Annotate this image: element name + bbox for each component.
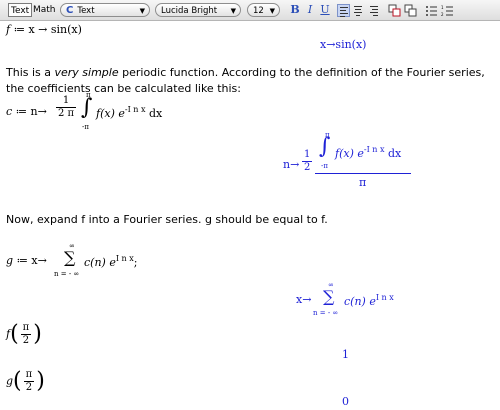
integral-icon: ∫: [319, 134, 331, 159]
sum-icon: ∑: [323, 287, 335, 306]
assign-operator: ≔: [13, 23, 25, 36]
arrow-operator: →: [37, 254, 47, 267]
input-line-f[interactable]: f ≔ x → sin(x): [6, 23, 82, 36]
arrow-operator: →: [38, 23, 48, 36]
input-line-g-pi-half[interactable]: g(π 2): [6, 369, 45, 394]
expression-sin: sin(x): [50, 23, 82, 36]
output-line-f: x→sin(x): [320, 38, 367, 51]
copy-box-icon[interactable]: [404, 4, 417, 17]
variable-x: x: [28, 23, 35, 36]
variable-n: n: [30, 105, 38, 118]
italic-button[interactable]: I: [304, 3, 316, 17]
bullet-list-icon[interactable]: [425, 4, 438, 17]
assign-operator: ≔: [15, 105, 28, 118]
bold-button[interactable]: B: [289, 3, 301, 17]
symbol-f: f: [6, 23, 11, 36]
size-value: 12: [253, 6, 264, 16]
fraction: π2: [20, 322, 32, 346]
format-toolbar: Text Math C Text ▼ Lucida Bright ▼ 12 ▼ B…: [0, 0, 500, 21]
integrand: f(x) e: [96, 107, 125, 120]
align-center-button[interactable]: [352, 4, 365, 17]
input-line-c[interactable]: c ≔ n→ 12 π π ∫ -π f(x) e-I n x dx: [6, 91, 206, 139]
output-value-0: 0: [342, 395, 349, 408]
assign-operator: ≔: [16, 254, 28, 267]
exponent: I n x: [115, 254, 134, 263]
function-name: g: [6, 374, 14, 388]
text-mode-button[interactable]: Text: [8, 3, 33, 17]
output-line-c: n→ 12 π ∫ -π f(x) e-I n x dx π: [283, 131, 413, 189]
sum-icon: ∑: [64, 248, 76, 267]
output-line-g: x→ ∞ ∑ n = - ∞ c(n) eI n x: [296, 281, 394, 317]
input-line-g[interactable]: g ≔ x→ ∞ ∑ n = - ∞ c(n) eI n x;: [6, 242, 206, 282]
chevron-down-icon: ▼: [269, 7, 275, 15]
align-left-button[interactable]: [337, 4, 350, 17]
chevron-down-icon: ▼: [139, 7, 145, 15]
input-line-f-pi-half[interactable]: f(π 2): [6, 322, 42, 347]
chevron-down-icon: ▼: [230, 7, 236, 15]
font-dropdown[interactable]: Lucida Bright ▼: [155, 3, 241, 17]
svg-text:2: 2: [441, 12, 444, 17]
exponent: -I n x: [124, 105, 146, 114]
document-area[interactable]: f ≔ x → sin(x) x→sin(x) This is a very s…: [0, 21, 500, 410]
integral-lower-limit: -π: [82, 123, 89, 131]
integral-lower-limit: -π: [321, 162, 328, 170]
differential: dx: [149, 107, 163, 120]
style-icon: C: [66, 5, 74, 16]
align-right-button[interactable]: [367, 4, 380, 17]
numbered-list-icon[interactable]: 12: [441, 4, 454, 17]
symbol-c: c: [6, 105, 13, 118]
paragraph-expand: Now, expand f into a Fourier series. g s…: [6, 213, 328, 226]
fraction: 12 π: [56, 95, 77, 119]
style-value: Text: [77, 6, 95, 16]
integral-icon: ∫: [81, 95, 93, 120]
denominator: π: [359, 176, 367, 189]
summand: c(n) e: [84, 256, 116, 269]
size-dropdown[interactable]: 12 ▼: [247, 3, 280, 17]
font-value: Lucida Bright: [161, 6, 218, 16]
svg-text:1: 1: [441, 5, 444, 10]
fraction-bar: [315, 173, 411, 174]
statement-terminator: ;: [133, 256, 138, 269]
sum-lower-limit: n = - ∞: [54, 270, 80, 278]
output-value-1: 1: [342, 348, 349, 361]
underline-button[interactable]: U: [319, 3, 331, 17]
fraction: π2: [23, 369, 35, 393]
emphasis-text: very simple: [54, 66, 119, 79]
arrow-operator: →: [37, 105, 47, 118]
insert-box-icon[interactable]: [388, 4, 401, 17]
symbol-g: g: [6, 254, 14, 267]
style-dropdown[interactable]: C Text ▼: [60, 3, 150, 17]
sum-lower-limit: n = - ∞: [313, 309, 339, 317]
math-mode-button[interactable]: Math: [31, 3, 58, 17]
